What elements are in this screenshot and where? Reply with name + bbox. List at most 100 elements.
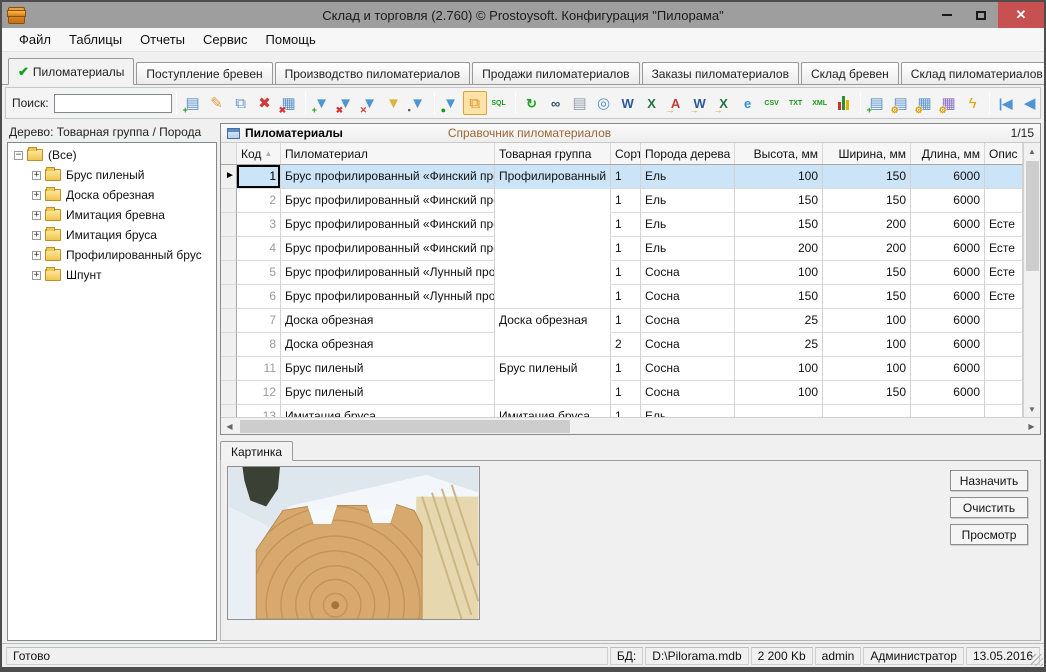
menu-reports[interactable]: Отчеты <box>131 29 194 50</box>
table-row[interactable]: 8 Доска обрезная 2 Сосна 25 100 6000 <box>221 333 1023 357</box>
tree-expander-icon[interactable]: + <box>32 270 41 280</box>
tab-lumber-stock[interactable]: Склад пиломатериалов <box>900 62 1044 85</box>
add-child-record-button[interactable]: ▤ + <box>865 91 889 115</box>
tree-item-doska-obreznaya[interactable]: + Доска обрезная <box>8 185 216 205</box>
maximize-button[interactable] <box>964 2 998 28</box>
table-row[interactable]: 2Брус профилированный «Финский профиль» 1… <box>221 189 1023 213</box>
column-header[interactable]: Код ▲ <box>237 143 281 164</box>
tree-item-all[interactable]: − (Все) <box>8 145 216 165</box>
scroll-down-icon[interactable]: ▼ <box>1024 401 1041 417</box>
vertical-scrollbar[interactable]: ▲ ▼ <box>1023 143 1040 417</box>
close-button[interactable]: ✕ <box>998 2 1044 28</box>
menu-service[interactable]: Сервис <box>194 29 257 50</box>
tree-expander-icon[interactable]: − <box>14 150 23 160</box>
export-xml-button[interactable]: XML <box>808 91 832 115</box>
filter-save-button[interactable]: ▼ ▪ <box>406 91 430 115</box>
tree-item-brus-pileny[interactable]: + Брус пиленый <box>8 165 216 185</box>
tab-lumber[interactable]: ✔ Пиломатериалы <box>8 58 135 85</box>
column-header[interactable]: Товарная группа <box>495 143 611 164</box>
delete-filtered-button[interactable]: ▦ ✖ <box>277 91 301 115</box>
horizontal-scroll-thumb[interactable] <box>240 419 570 433</box>
tree-expander-icon[interactable]: + <box>32 230 41 240</box>
preview-button[interactable]: ◎ <box>592 91 616 115</box>
resize-grip[interactable] <box>1031 654 1043 666</box>
table-row[interactable]: 12 Брус пиленый 1 Сосна 100 150 6000 <box>221 381 1023 405</box>
export-pdf-button[interactable]: A → <box>664 91 688 115</box>
filter-edit-button[interactable]: ▼ <box>382 91 406 115</box>
export-csv-button[interactable]: CSV <box>760 91 784 115</box>
tree-panel-button[interactable]: ⧉ <box>462 91 487 115</box>
tab-lumber-orders[interactable]: Заказы пиломатериалов <box>641 62 799 85</box>
edit-record-button[interactable]: ✎ <box>205 91 229 115</box>
tree-expander-icon[interactable]: + <box>32 210 41 220</box>
column-header[interactable]: Опис <box>985 143 1023 164</box>
cell-name: Брус пиленый <box>281 357 495 381</box>
cell-sort: 1 <box>611 237 641 261</box>
tree-expander-icon[interactable]: + <box>32 170 41 180</box>
tab-logs-arrival[interactable]: Поступление бревен <box>136 62 273 85</box>
export-html-button[interactable]: e <box>736 91 760 115</box>
refresh-button[interactable]: ↻ <box>520 91 544 115</box>
export-excel-button[interactable]: X → <box>712 91 736 115</box>
vertical-scroll-thumb[interactable] <box>1025 161 1039 271</box>
clear-picture-button[interactable]: Очистить <box>950 497 1028 518</box>
tree-item-profilirovanny-brus[interactable]: + Профилированный брус <box>8 245 216 265</box>
nav-first-button[interactable]: |◀ <box>994 91 1018 115</box>
open-in-word-button[interactable]: W <box>616 91 640 115</box>
print-button[interactable]: ▤ <box>568 91 592 115</box>
tree-item-imitaciya-brusa[interactable]: + Имитация бруса <box>8 225 216 245</box>
table-row[interactable]: 4Брус профилированный «Финский профиль» 1… <box>221 237 1023 261</box>
form-settings-button[interactable]: ▦ ⚙ <box>937 91 961 115</box>
table-row[interactable]: 5Брус профилированный «Лунный профиль» 1С… <box>221 261 1023 285</box>
delete-record-button[interactable]: ✖ <box>253 91 277 115</box>
column-header[interactable]: Длина, мм <box>911 143 985 164</box>
table-row[interactable]: 13 Имитация бруса Имитация бруса 1 Ель <box>221 405 1023 417</box>
filter-view-button[interactable]: ▼ ● <box>439 91 463 115</box>
export-txt-button[interactable]: TXT <box>784 91 808 115</box>
open-in-excel-button[interactable]: X <box>640 91 664 115</box>
tab-lumber-production[interactable]: Производство пиломатериалов <box>274 62 471 85</box>
table-row[interactable]: 3Брус профилированный «Финский профиль» 1… <box>221 213 1023 237</box>
menu-tables[interactable]: Таблицы <box>60 29 131 50</box>
tree-expander-icon[interactable]: + <box>32 250 41 260</box>
tab-picture[interactable]: Картинка <box>220 441 294 461</box>
tree-expander-icon[interactable]: + <box>32 190 41 200</box>
table-row[interactable]: ►1Брус профилированный «Финский профиль»… <box>221 165 1023 189</box>
column-header[interactable]: Высота, мм <box>735 143 823 164</box>
actions-button[interactable]: ϟ <box>961 91 985 115</box>
menu-file[interactable]: Файл <box>10 29 60 50</box>
tree-item-imitaciya-brevna[interactable]: + Имитация бревна <box>8 205 216 225</box>
filter-clear-button[interactable]: ▼ ✕ <box>358 91 382 115</box>
scroll-left-icon[interactable]: ◀ <box>221 418 238 434</box>
table-row[interactable]: 11 Брус пиленый Брус пиленый 1 Сосна 100 100 60… <box>221 357 1023 381</box>
scroll-up-icon[interactable]: ▲ <box>1024 143 1041 159</box>
scroll-right-icon[interactable]: ▶ <box>1023 418 1040 434</box>
filter-delete-button[interactable]: ▼ ✖ <box>334 91 358 115</box>
chart-button[interactable] <box>832 91 856 115</box>
table-row[interactable]: 7 Доска обрезная Доска обрезная 1 Сосна 25 100… <box>221 309 1023 333</box>
menu-help[interactable]: Помощь <box>257 29 325 50</box>
search-input[interactable] <box>53 93 172 113</box>
add-record-button[interactable]: ▤ + <box>181 91 205 115</box>
column-header[interactable]: Порода дерева <box>641 143 735 164</box>
table-row[interactable]: 6Брус профилированный «Лунный профиль» 1С… <box>221 285 1023 309</box>
horizontal-scrollbar[interactable]: ◀ ▶ <box>221 417 1040 434</box>
sql-view-button[interactable]: SQL <box>487 91 511 115</box>
tab-logs-stock[interactable]: Склад бревен <box>800 62 899 85</box>
view-picture-button[interactable]: Просмотр <box>950 524 1028 545</box>
column-header[interactable]: Пиломатериал <box>281 143 495 164</box>
column-header[interactable]: Ширина, мм <box>823 143 911 164</box>
record-settings-button[interactable]: ▤ ⚙ <box>889 91 913 115</box>
column-header[interactable]: Сорт <box>611 143 641 164</box>
assign-picture-button[interactable]: Назначить <box>950 470 1028 491</box>
tab-lumber-sales[interactable]: Продажи пиломатериалов <box>472 62 640 85</box>
nav-prev-button[interactable]: ◀ <box>1018 91 1040 115</box>
tree-item-shpunt[interactable]: + Шпунт <box>8 265 216 285</box>
export-word-button[interactable]: W → <box>688 91 712 115</box>
minimize-button[interactable] <box>930 2 964 28</box>
filter-add-button[interactable]: ▼ + <box>310 91 334 115</box>
find-button[interactable]: ∞ <box>544 91 568 115</box>
cell-h: 150 <box>735 285 823 309</box>
copy-record-button[interactable]: ⧉ <box>229 91 253 115</box>
grid-settings-button[interactable]: ▦ ⚙ <box>913 91 937 115</box>
